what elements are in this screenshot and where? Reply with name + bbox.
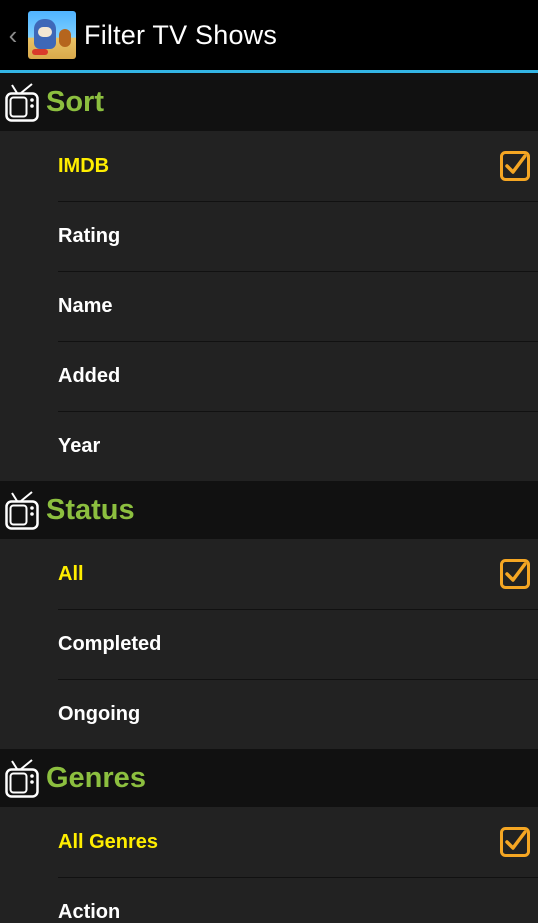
checked-checkbox-icon[interactable] [500,151,530,181]
tv-icon [5,489,39,531]
item-label: All Genres [58,830,159,853]
checked-checkbox-icon[interactable] [500,559,530,589]
item-label: IMDB [58,154,110,177]
item-label: All [58,562,84,585]
item-label: Name [58,295,113,317]
section-header-sort: Sort [0,73,538,131]
section-title-genres: Genres [46,761,146,794]
sort-option-year[interactable]: Year [58,411,538,481]
tv-icon [5,757,39,799]
status-option-ongoing[interactable]: Ongoing [58,679,538,749]
status-option-completed[interactable]: Completed [58,609,538,679]
back-chevron-icon[interactable]: ‹ [0,0,26,70]
item-label: Added [58,365,121,387]
genre-option-action[interactable]: Action [58,877,538,923]
status-option-all[interactable]: All [58,539,538,609]
section-header-status: Status [0,481,538,539]
section-header-genres: Genres [0,749,538,807]
item-label: Rating [58,225,121,247]
item-label: Completed [58,633,162,655]
item-label: Action [58,901,121,923]
filter-tv-shows-screen: ‹ Filter TV Shows Sort IMDB Rating Name … [0,0,538,923]
action-bar: ‹ Filter TV Shows [0,0,538,73]
sort-option-imdb[interactable]: IMDB [58,131,538,201]
section-title-status: Status [46,493,135,526]
section-title-sort: Sort [46,85,104,118]
sort-option-added[interactable]: Added [58,341,538,411]
sort-option-rating[interactable]: Rating [58,201,538,271]
item-label: Ongoing [58,703,141,725]
sort-option-name[interactable]: Name [58,271,538,341]
genre-option-all-genres[interactable]: All Genres [58,807,538,877]
page-title: Filter TV Shows [84,19,278,50]
tv-icon [5,81,39,123]
app-logo-icon[interactable] [28,11,76,59]
item-label: Year [58,435,101,457]
checked-checkbox-icon[interactable] [500,827,530,857]
